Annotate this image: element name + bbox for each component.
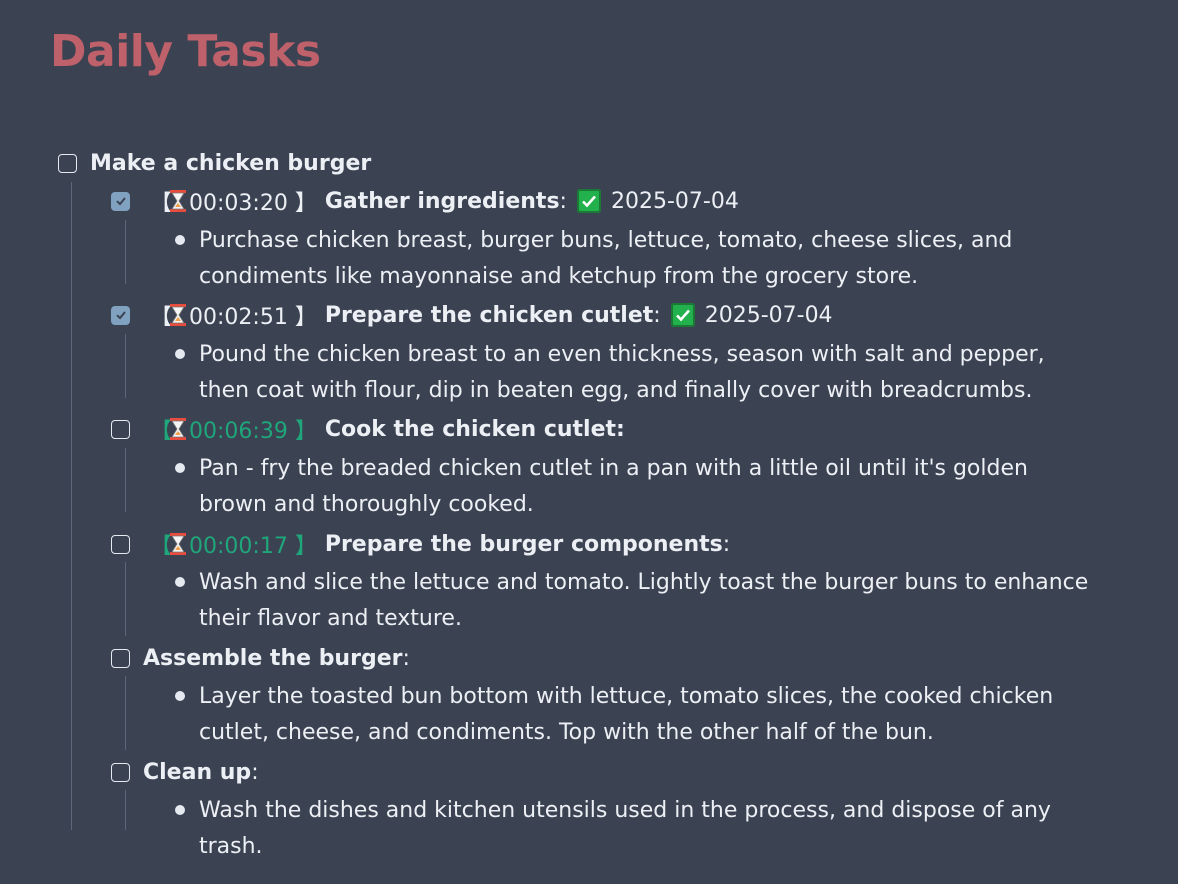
bullet-icon: [175, 805, 185, 815]
indent-guide: [125, 562, 126, 636]
subtask-label-suffix: :: [251, 759, 259, 785]
subtask-checkbox[interactable]: [111, 534, 130, 554]
timer-text: 【00:06:39 】: [150, 413, 317, 445]
hourglass-icon: [170, 533, 187, 555]
subtask-row: 【00:06:39 】 Cook the chicken cutlet:: [111, 411, 625, 447]
timer-text: 【00:00:17 】: [150, 528, 317, 560]
subtask-label: Assemble the burger: [143, 645, 403, 671]
subtask-row: 【00:00:17 】 Prepare the burger component…: [111, 526, 730, 562]
subtask-note: Wash the dishes and kitchen utensils use…: [199, 798, 1051, 859]
indent-guide: [71, 182, 72, 830]
subtask-checkbox[interactable]: [111, 191, 130, 211]
subtask-row: Clean up:: [111, 754, 259, 790]
timer[interactable]: 【00:06:39 】: [150, 413, 317, 445]
subtask-checkbox[interactable]: [111, 419, 130, 439]
bullet-icon: [175, 349, 185, 359]
indent-guide: [125, 790, 126, 830]
subtask-note: Pan - fry the breaded chicken cutlet in …: [199, 456, 1028, 517]
timer[interactable]: 【00:02:51 】: [150, 299, 317, 331]
timer-value: 00:02:51 】: [189, 305, 317, 330]
subtask-checkbox[interactable]: [111, 305, 130, 325]
bullet-icon: [175, 235, 185, 245]
subtask-note: Wash and slice the lettuce and tomato. L…: [199, 570, 1089, 631]
hourglass-icon: [170, 304, 187, 326]
timer-value: 00:03:20 】: [189, 191, 317, 216]
bullet-icon: [175, 577, 185, 587]
timer[interactable]: 【00:03:20 】: [150, 185, 317, 217]
subtask-checkbox[interactable]: [111, 762, 130, 782]
subtask-row: 【00:03:20 】 Gather ingredients: 2025-07-…: [111, 183, 739, 219]
check-mark-button-icon: [576, 189, 601, 213]
bullet-icon: [175, 463, 185, 473]
subtask-label-suffix: :: [653, 302, 661, 328]
subtask-label-suffix: :: [559, 188, 567, 214]
indent-guide: [125, 220, 126, 284]
bullet-icon: [175, 691, 185, 701]
page-title: Daily Tasks: [50, 26, 321, 77]
task-checkbox[interactable]: [58, 153, 77, 173]
subtask-note: Purchase chicken breast, burger buns, le…: [199, 228, 1013, 289]
subtask-note: Pound the chicken breast to an even thic…: [199, 342, 1045, 403]
timer-text: 【00:03:20 】: [150, 185, 317, 217]
done-date: 2025-07-04: [610, 188, 739, 214]
timer-value: 00:00:17 】: [189, 534, 317, 559]
subtask-label: Cook the chicken cutlet:: [324, 416, 625, 442]
subtask-label-suffix: :: [722, 531, 731, 557]
subtask-label-suffix: :: [402, 645, 410, 671]
indent-guide: [125, 448, 126, 512]
subtask-label: Gather ingredients: [324, 188, 560, 214]
task-label: Make a chicken burger: [90, 150, 372, 176]
check-mark-button-icon: [670, 303, 695, 327]
subtask-label: Prepare the chicken cutlet: [324, 302, 654, 328]
subtask-row: 【00:02:51 】 Prepare the chicken cutlet: …: [111, 297, 833, 333]
indent-guide: [125, 676, 126, 750]
subtask-checkbox[interactable]: [111, 648, 130, 668]
indent-guide: [125, 334, 126, 398]
subtask-row: Assemble the burger:: [111, 640, 410, 676]
timer[interactable]: 【00:00:17 】: [150, 528, 317, 560]
task-row: Make a chicken burger: [58, 145, 371, 181]
subtask-label: Clean up: [143, 759, 252, 785]
hourglass-icon: [170, 190, 187, 212]
timer-value: 00:06:39 】: [189, 419, 317, 444]
done-date: 2025-07-04: [704, 302, 833, 328]
subtask-label: Prepare the burger components: [324, 531, 723, 557]
subtask-note: Layer the toasted bun bottom with lettuc…: [199, 684, 1054, 745]
hourglass-icon: [170, 418, 187, 440]
timer-text: 【00:02:51 】: [150, 299, 317, 331]
